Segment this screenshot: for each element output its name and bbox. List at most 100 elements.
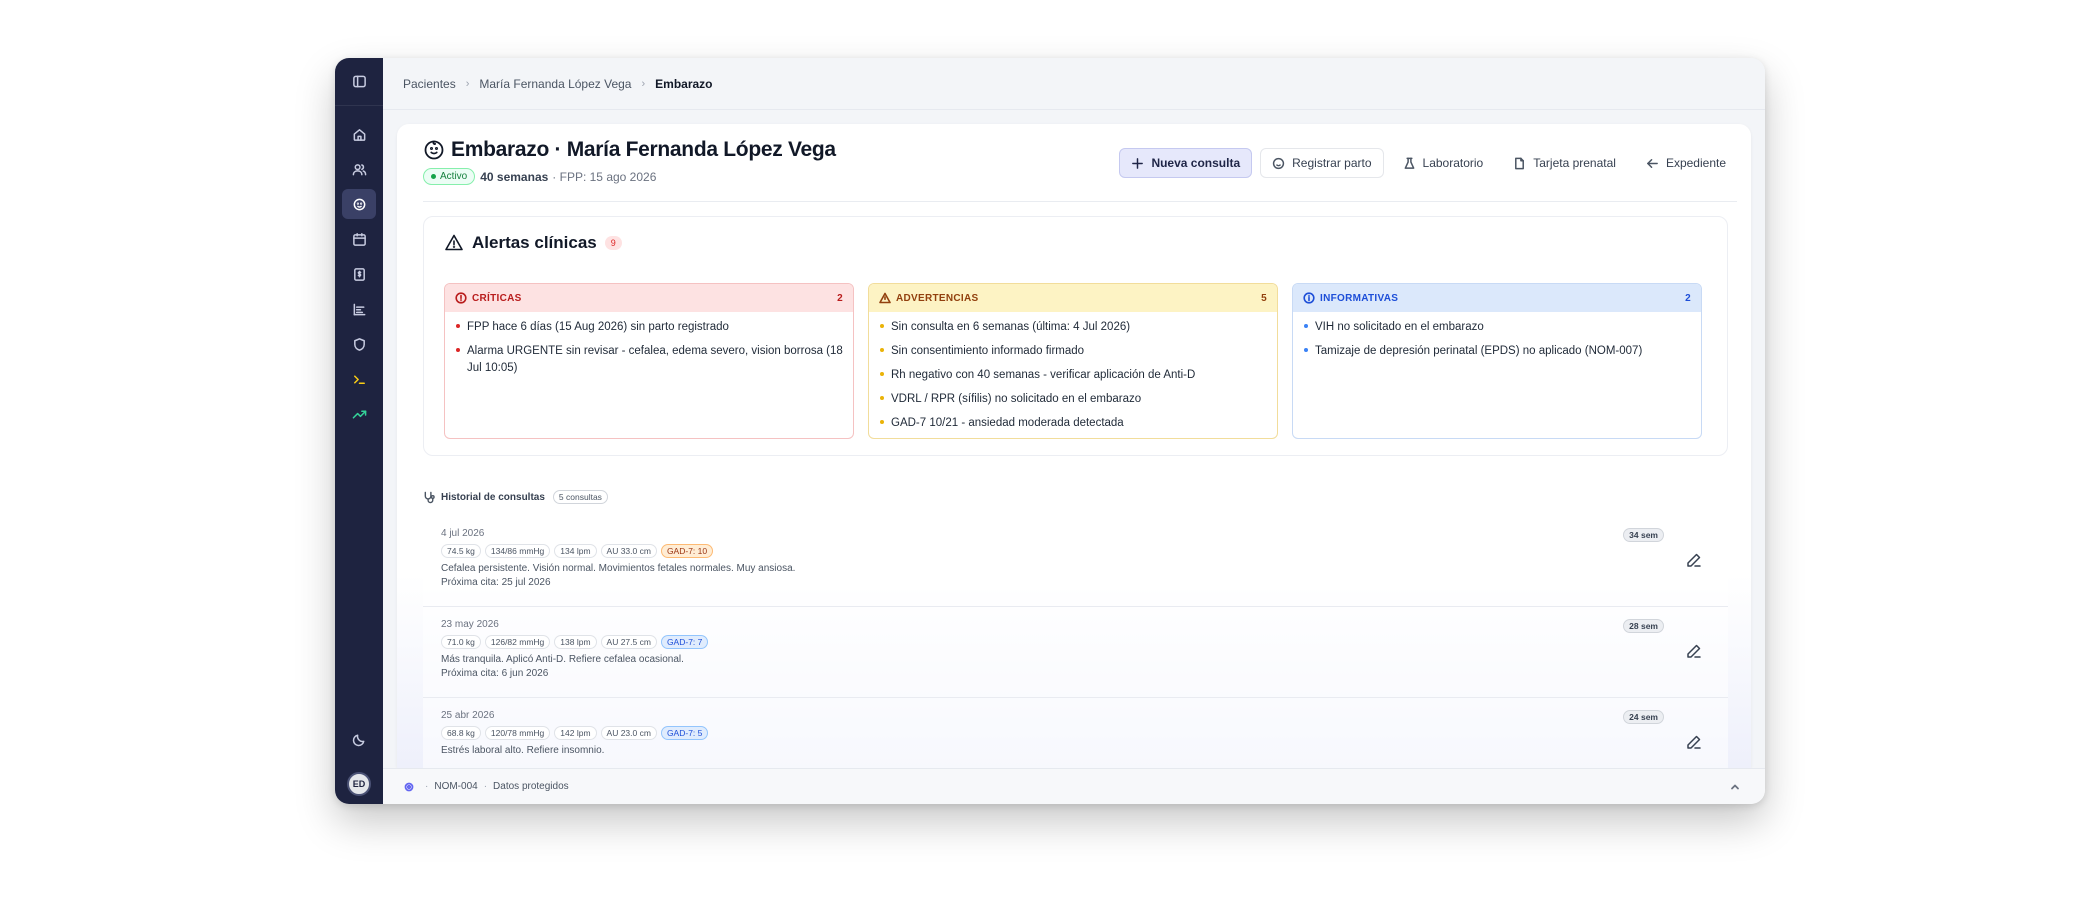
sidebar-item-pregnancy[interactable] xyxy=(342,189,376,219)
gad7-chip: GAD-7: 10 xyxy=(660,544,714,558)
bp-chip: 120/78 mmHg xyxy=(484,726,551,740)
chevron-up-icon[interactable] xyxy=(1729,781,1741,796)
lab-button[interactable]: Laboratorio xyxy=(1392,148,1495,178)
sidebar-item-security[interactable] xyxy=(342,329,376,359)
weight-chip: 74.5 kg xyxy=(441,544,481,558)
edit-button[interactable] xyxy=(1686,552,1704,570)
home-icon xyxy=(353,128,365,141)
next-appointment: Próxima cita: 6 jun 2026 xyxy=(441,668,549,679)
next-appointment: Próxima cita: 25 jul 2026 xyxy=(441,577,551,588)
sidebar-item-home[interactable] xyxy=(342,119,376,149)
alert-circle-icon xyxy=(455,292,467,304)
privacy-label: Datos protegidos xyxy=(493,781,569,792)
sidebar-item-patients[interactable] xyxy=(342,154,376,184)
register-birth-button[interactable]: Registrar parto xyxy=(1260,148,1384,178)
clinical-alerts: Alertas clínicas 9 CRÍTICAS 2 FPP hace 6… xyxy=(423,216,1728,456)
info-alerts: INFORMATIVAS 2 VIH no solicitado en el e… xyxy=(1292,283,1702,439)
file-icon xyxy=(1515,157,1525,169)
week-badge: 28 sem xyxy=(1623,619,1664,633)
chevron-right-icon: › xyxy=(465,77,470,90)
alerts-count: 9 xyxy=(604,236,622,250)
heart-rate-chip: 134 lpm xyxy=(554,544,597,558)
calendar-icon xyxy=(352,232,366,246)
alerts-heading: Alertas clínicas 9 xyxy=(444,233,622,253)
warning-count: 5 xyxy=(1261,292,1267,304)
critical-count: 2 xyxy=(837,292,843,304)
panel-icon xyxy=(352,75,366,88)
fundal-height-chip: AU 33.0 cm xyxy=(600,544,657,558)
breadcrumb-patients[interactable]: Pacientes xyxy=(403,77,456,91)
gad7-chip: GAD-7: 7 xyxy=(660,635,709,649)
page-header: Embarazo · María Fernanda López Vega Act… xyxy=(423,138,1737,202)
new-consultation-button[interactable]: Nueva consulta xyxy=(1119,148,1253,178)
list-item: GAD-7 10/21 - ansiedad moderada detectad… xyxy=(879,415,1267,432)
consultation-date: 23 may 2026 xyxy=(441,619,499,630)
consultation-note: Estrés laboral alto. Refiere insomnio. xyxy=(441,745,605,756)
sidebar-item-reports[interactable] xyxy=(342,294,376,324)
pencil-icon xyxy=(1687,735,1701,749)
list-item: Rh negativo con 40 semanas - verificar a… xyxy=(879,367,1267,384)
bp-chip: 126/82 mmHg xyxy=(484,635,551,649)
weight-chip: 68.8 kg xyxy=(441,726,481,740)
page-title: Embarazo · María Fernanda López Vega xyxy=(451,138,836,161)
consultation-row[interactable]: 25 abr 2026 68.8 kg 120/78 mmHg 142 lpm … xyxy=(423,698,1728,768)
heart-rate-chip: 142 lpm xyxy=(554,726,597,740)
terminal-icon xyxy=(353,374,365,384)
list-item: Sin consentimiento informado firmado xyxy=(879,343,1267,360)
baby-icon xyxy=(424,140,444,160)
compliance-standard: NOM-004 xyxy=(434,781,478,792)
flask-icon xyxy=(1404,157,1414,169)
breadcrumb-patient-name[interactable]: María Fernanda López Vega xyxy=(479,77,631,91)
consultation-list: 4 jul 2026 74.5 kg 134/86 mmHg 134 lpm A… xyxy=(423,516,1728,768)
pencil-icon xyxy=(1687,644,1701,658)
list-item: FPP hace 6 días (15 Aug 2026) sin parto … xyxy=(455,319,843,336)
sidebar-item-billing[interactable] xyxy=(342,259,376,289)
record-button[interactable]: Expediente xyxy=(1635,148,1737,178)
heart-rate-chip: 138 lpm xyxy=(554,635,597,649)
settings-icon[interactable] xyxy=(403,781,415,793)
week-badge: 34 sem xyxy=(1623,528,1664,542)
main-content: Embarazo · María Fernanda López Vega Act… xyxy=(383,110,1765,768)
sidebar-item-terminal[interactable] xyxy=(342,364,376,394)
edit-button[interactable] xyxy=(1686,734,1704,752)
list-item: Sin consulta en 6 semanas (última: 4 Jul… xyxy=(879,319,1267,336)
breadcrumb: Pacientes › María Fernanda López Vega › … xyxy=(383,58,1765,110)
gad7-chip: GAD-7: 5 xyxy=(660,726,709,740)
edit-button[interactable] xyxy=(1686,643,1704,661)
consultation-row[interactable]: 4 jul 2026 74.5 kg 134/86 mmHg 134 lpm A… xyxy=(423,516,1728,607)
prenatal-card-button[interactable]: Tarjeta prenatal xyxy=(1502,148,1627,178)
invoice-icon xyxy=(353,267,365,281)
list-item: VDRL / RPR (sífilis) no solicitado en el… xyxy=(879,391,1267,408)
baby-icon xyxy=(353,198,365,210)
warning-icon xyxy=(445,234,463,251)
consultation-row[interactable]: 23 may 2026 71.0 kg 126/82 mmHg 138 lpm … xyxy=(423,607,1728,698)
arrow-left-icon xyxy=(1647,158,1658,168)
weight-chip: 71.0 kg xyxy=(441,635,481,649)
shield-icon xyxy=(353,337,365,351)
list-item: Tamizaje de depresión perinatal (EPDS) n… xyxy=(1303,343,1691,360)
consultation-date: 25 abr 2026 xyxy=(441,710,495,721)
sidebar: ED xyxy=(335,58,383,804)
baby-icon xyxy=(1272,157,1285,169)
sidebar-toggle[interactable] xyxy=(335,58,383,106)
pregnancy-card: Embarazo · María Fernanda López Vega Act… xyxy=(397,124,1751,768)
due-date: · FPP: 15 ago 2026 xyxy=(552,169,657,184)
status-badge: Activo xyxy=(423,168,476,185)
moon-icon xyxy=(352,734,364,746)
trending-up-icon xyxy=(352,409,366,419)
stethoscope-icon xyxy=(424,491,435,503)
history-count: 5 consultas xyxy=(552,490,608,504)
warning-alerts: ADVERTENCIAS 5 Sin consulta en 6 semanas… xyxy=(868,283,1278,439)
app-window: ED Pacientes › María Fernanda López Vega… xyxy=(335,58,1765,804)
consultation-note: Cefalea persistente. Visión normal. Movi… xyxy=(441,563,796,574)
bp-chip: 134/86 mmHg xyxy=(484,544,551,558)
avatar[interactable]: ED xyxy=(347,772,371,796)
sidebar-item-calendar[interactable] xyxy=(342,224,376,254)
sidebar-item-trends[interactable] xyxy=(342,399,376,429)
info-count: 2 xyxy=(1685,292,1691,304)
theme-toggle[interactable] xyxy=(342,724,376,754)
consultation-note: Más tranquila. Aplicó Anti-D. Refiere ce… xyxy=(441,654,684,665)
status-footer: · NOM-004 · Datos protegidos xyxy=(383,768,1765,804)
info-icon xyxy=(1303,292,1315,304)
breadcrumb-current: Embarazo xyxy=(655,76,713,91)
